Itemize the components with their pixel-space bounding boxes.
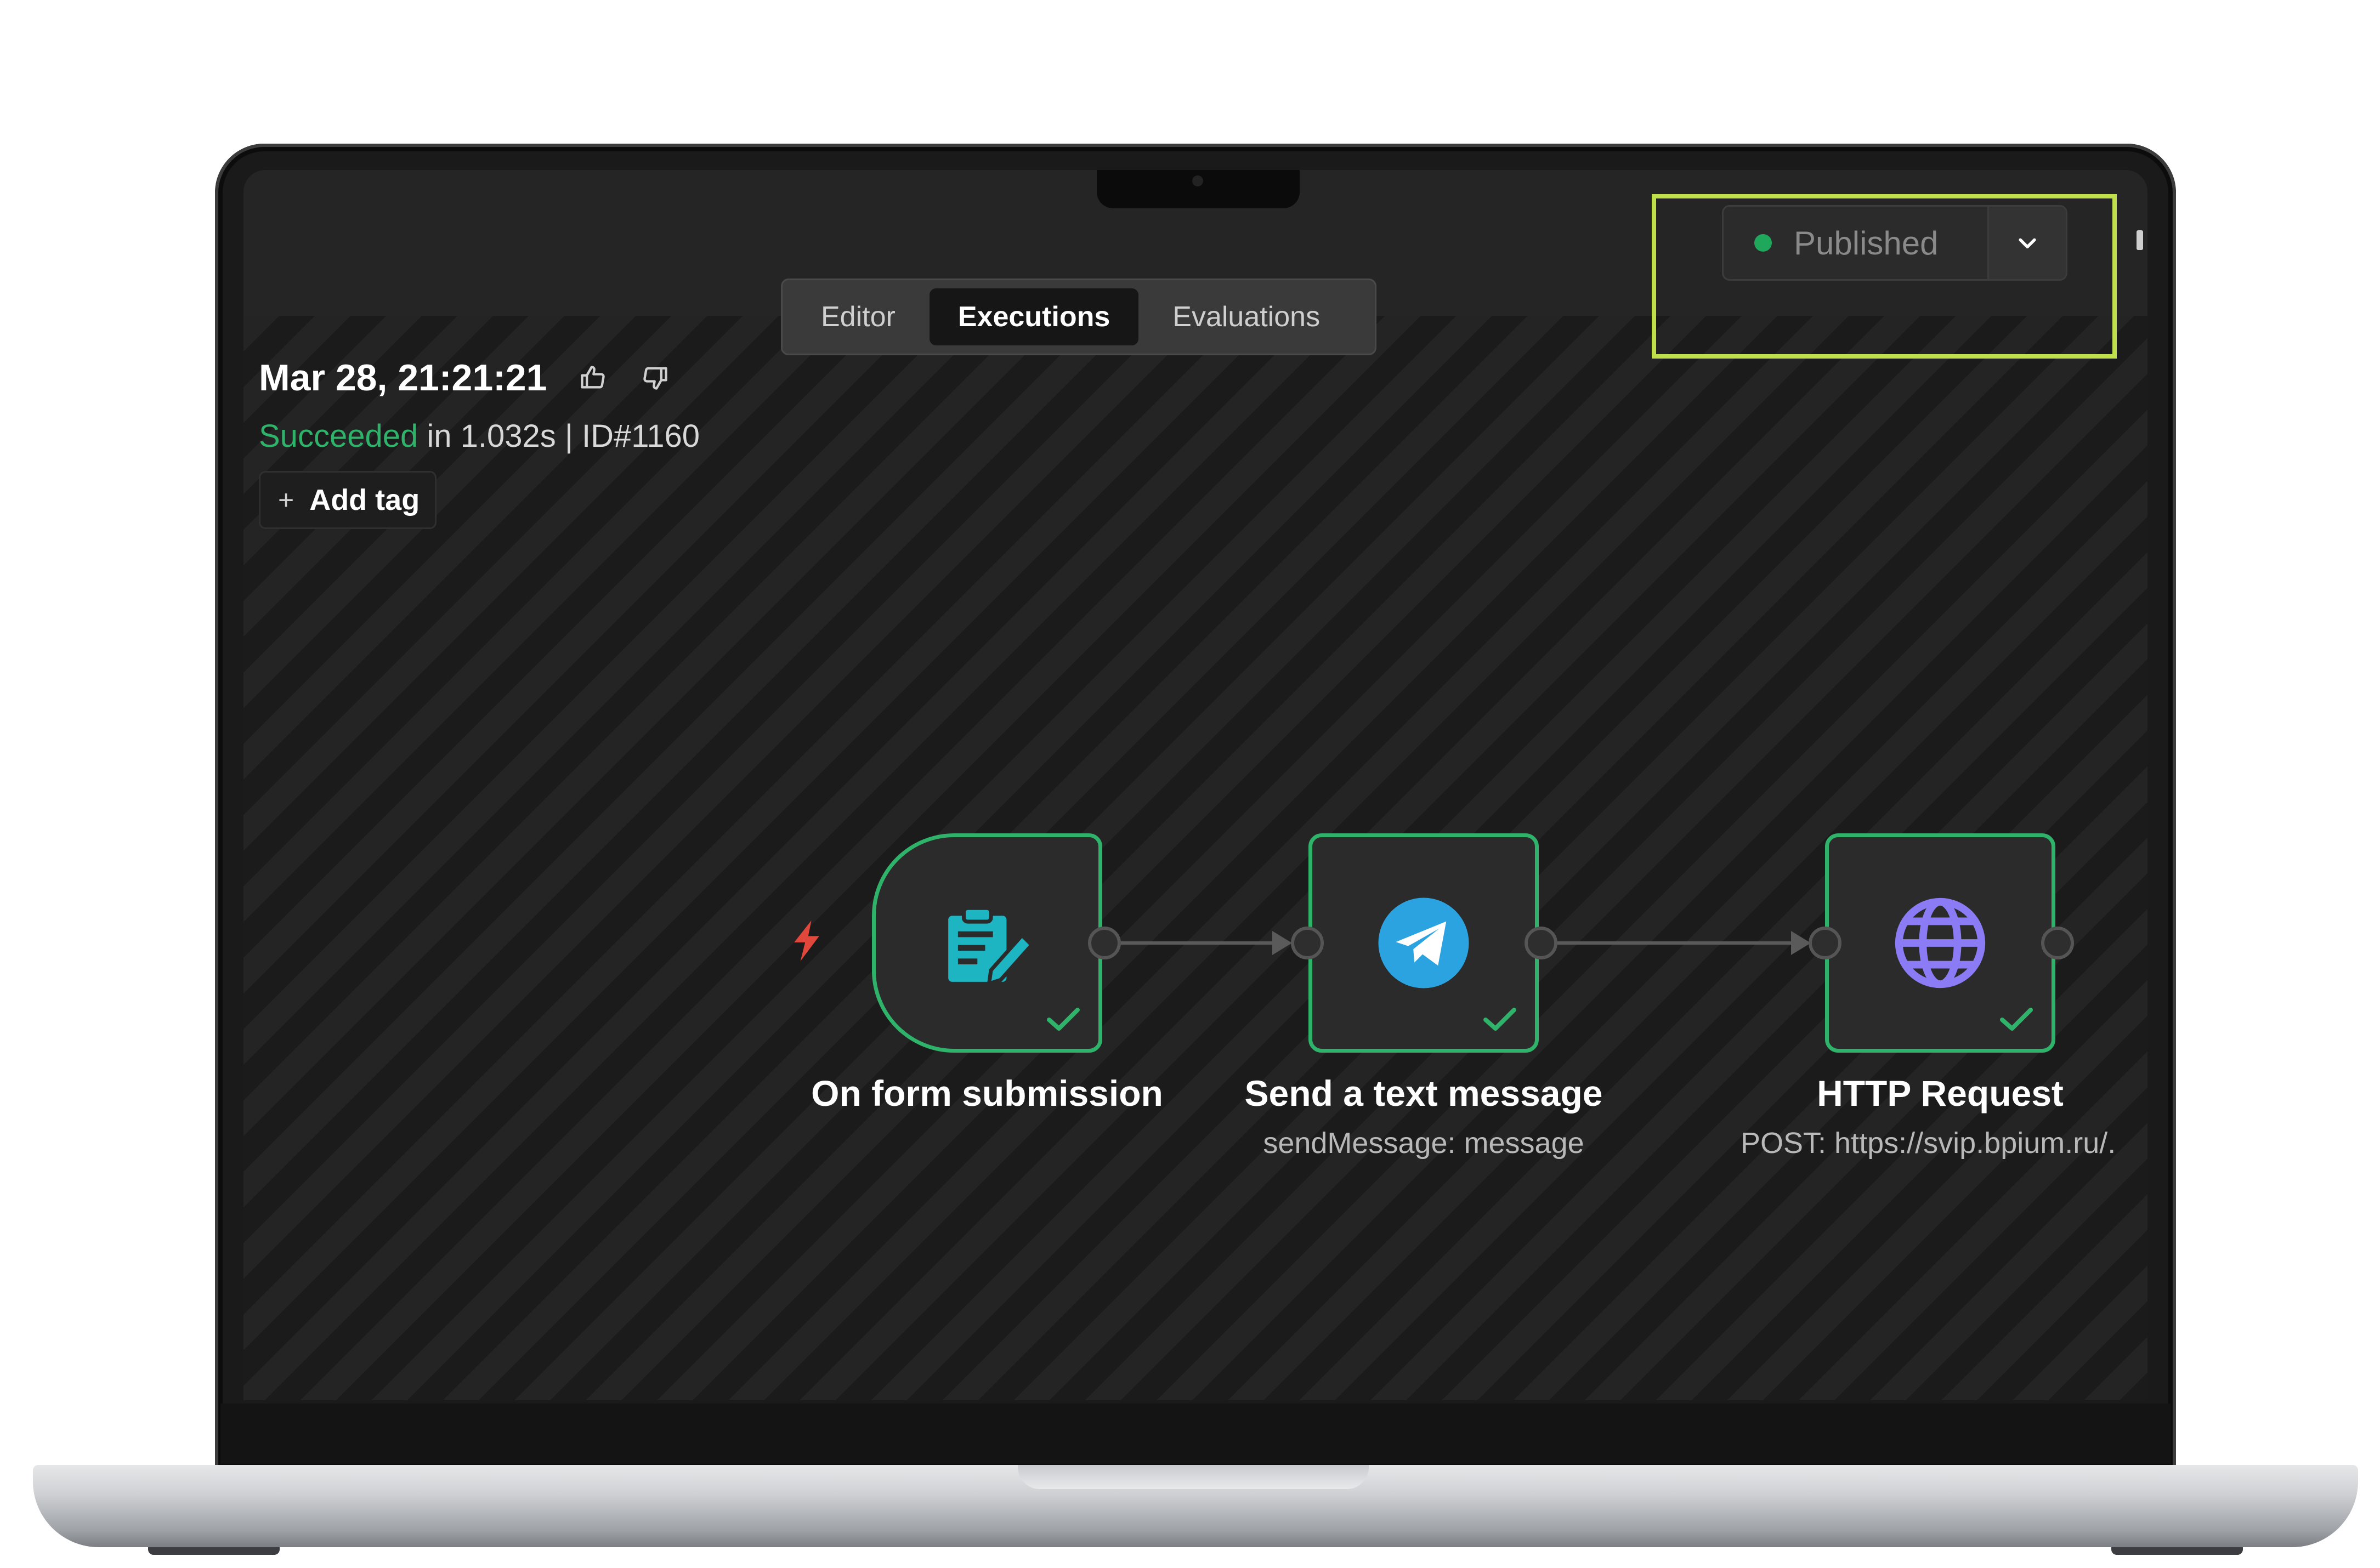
connector-arrow-icon	[1791, 931, 1811, 955]
node-title: HTTP Request	[1817, 1073, 2064, 1113]
laptop-foot	[2111, 1547, 2243, 1555]
highlight-frame	[1652, 194, 2117, 359]
plus-icon: +	[278, 485, 294, 515]
execution-duration: in 1.032s | ID#1160	[427, 418, 700, 454]
node-form-trigger[interactable]	[872, 833, 1102, 1053]
thumbs-down-icon[interactable]	[639, 361, 672, 394]
node-title: Send a text message	[1244, 1073, 1603, 1113]
check-icon	[1047, 1008, 1080, 1031]
check-icon	[2000, 1008, 2033, 1031]
node-telegram[interactable]	[1308, 833, 1539, 1053]
screen: Editor Executions Evaluations Published …	[243, 170, 2147, 1400]
laptop-base-notch	[1018, 1465, 1369, 1489]
node-subtitle: sendMessage: message	[1263, 1127, 1584, 1160]
connector-line	[1121, 941, 1280, 945]
input-handle[interactable]	[1291, 927, 1324, 959]
telegram-icon	[1378, 897, 1469, 988]
add-tag-label: Add tag	[309, 484, 420, 516]
execution-info: Mar 28, 21:21:21 Succeeded in 1.032s | I…	[259, 356, 700, 529]
connector-line	[1557, 941, 1799, 945]
connector-arrow-icon	[1272, 931, 1292, 955]
input-handle[interactable]	[1809, 927, 1841, 959]
node-http-request[interactable]	[1825, 833, 2055, 1053]
status-succeeded: Succeeded	[259, 418, 418, 454]
node-title: On form submission	[811, 1073, 1163, 1113]
tab-editor[interactable]: Editor	[792, 288, 924, 345]
execution-status: Succeeded in 1.032s | ID#1160	[259, 418, 700, 455]
add-tag-button[interactable]: + Add tag	[259, 471, 437, 529]
globe-icon	[1895, 897, 1986, 988]
laptop-foot	[148, 1547, 280, 1555]
tab-executions[interactable]: Executions	[929, 288, 1139, 345]
lightning-bolt-icon	[794, 920, 819, 962]
laptop-lid-bottom	[220, 1404, 2171, 1464]
node-subtitle: POST: https://svip.bpium.ru/.	[1741, 1127, 2116, 1160]
view-tabs: Editor Executions Evaluations	[781, 279, 1376, 355]
output-handle[interactable]	[1525, 927, 1557, 959]
execution-date: Mar 28, 21:21:21	[259, 357, 547, 399]
check-icon	[1483, 1008, 1516, 1031]
camera	[1192, 175, 1203, 186]
form-icon	[948, 906, 1034, 987]
output-handle[interactable]	[2041, 927, 2074, 959]
thumbs-up-icon[interactable]	[576, 361, 609, 394]
output-handle[interactable]	[1088, 927, 1121, 959]
tab-evaluations[interactable]: Evaluations	[1144, 288, 1348, 345]
topbar-edge-indicator	[2137, 230, 2143, 250]
